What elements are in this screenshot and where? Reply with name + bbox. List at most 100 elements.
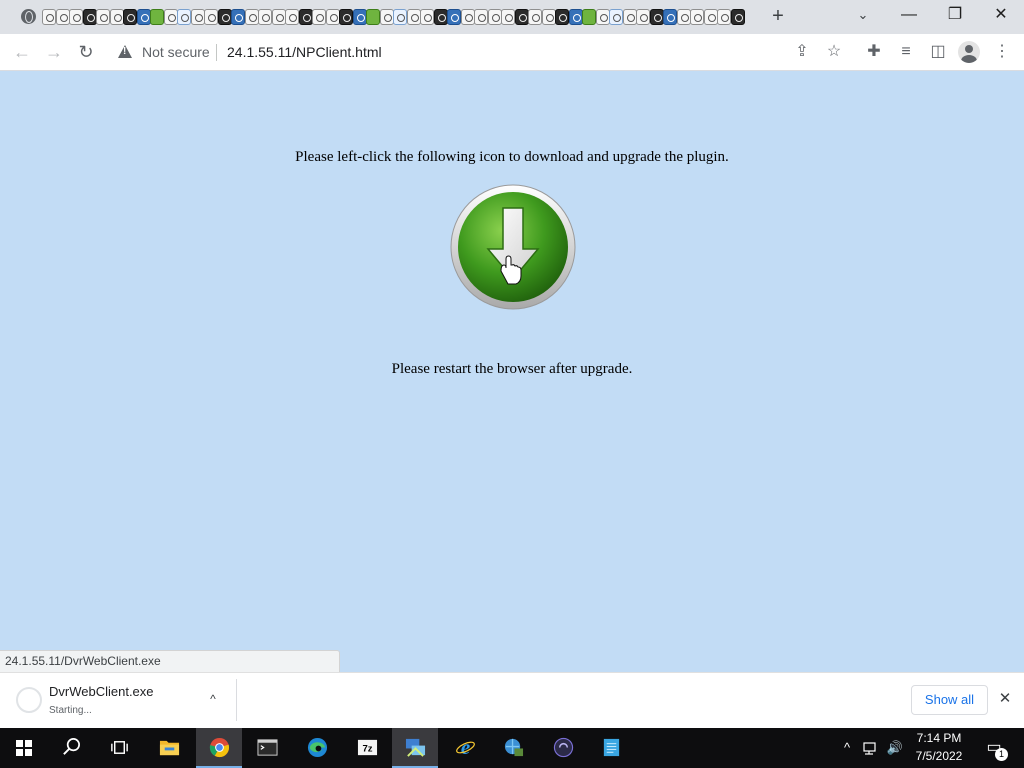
profile-avatar-icon[interactable] (958, 41, 980, 63)
pinned-tab-favicon-icon[interactable] (731, 9, 745, 25)
pinned-tab-favicon-icon[interactable] (326, 9, 340, 25)
taskbar-obs[interactable] (540, 728, 586, 768)
clock-time[interactable]: 7:14 PM (910, 731, 968, 745)
pinned-tab-favicon-icon[interactable] (528, 9, 542, 25)
new-tab-button[interactable]: + (768, 5, 788, 27)
pinned-tab-favicon-icon[interactable] (420, 9, 434, 25)
clock-date[interactable]: 7/5/2022 (910, 749, 968, 763)
pinned-tab-favicon-icon[interactable] (177, 9, 191, 25)
minimize-button[interactable]: — (886, 0, 932, 30)
pinned-tab-favicon-icon[interactable] (191, 9, 205, 25)
start-button[interactable] (0, 728, 46, 768)
pinned-tab-favicon-icon[interactable] (609, 9, 623, 25)
tray-overflow-chevron-icon[interactable]: ^ (838, 739, 856, 757)
pinned-tab-favicon-icon[interactable] (650, 9, 664, 25)
download-options-chevron-icon[interactable]: ^ (203, 689, 223, 709)
pinned-tab-favicon-icon[interactable] (515, 9, 529, 25)
pinned-tab-favicon-icon[interactable] (231, 9, 245, 25)
taskbar-edge[interactable] (294, 728, 340, 768)
pinned-tab-favicon-icon[interactable] (569, 9, 583, 25)
network-tool-icon (405, 738, 426, 757)
close-shelf-button[interactable]: ✕ (995, 689, 1015, 709)
pinned-tab-favicon-icon[interactable] (461, 9, 475, 25)
pinned-tab-favicon-icon[interactable] (596, 9, 610, 25)
taskbar-settings-app[interactable] (490, 728, 536, 768)
pinned-tab-favicon-icon[interactable] (353, 9, 367, 25)
pinned-tab-favicon-icon[interactable] (245, 9, 259, 25)
pinned-tab-favicon-icon[interactable] (164, 9, 178, 25)
pinned-tab-favicon-icon[interactable] (150, 9, 164, 25)
pinned-tab-favicon-icon[interactable] (380, 9, 394, 25)
close-window-button[interactable]: ✕ (978, 0, 1024, 30)
task-view-button[interactable] (96, 728, 142, 768)
pinned-tab-favicon-icon[interactable] (42, 9, 56, 25)
pinned-tab-favicon-icon[interactable] (69, 9, 83, 25)
side-panel-icon[interactable]: ◫ (926, 40, 950, 64)
url-text[interactable]: 24.1.55.11/NPClient.html (227, 44, 382, 60)
svg-text:7z: 7z (362, 743, 372, 754)
taskbar-internet-explorer[interactable]: e (442, 728, 488, 768)
pinned-tab-favicon-icon[interactable] (299, 9, 313, 25)
download-filename[interactable]: DvrWebClient.exe (49, 684, 154, 699)
pinned-tab-favicon-icon[interactable] (677, 9, 691, 25)
pinned-tab-favicon-icon[interactable] (582, 9, 596, 25)
pinned-tab-favicon-icon[interactable] (110, 9, 124, 25)
pinned-tab-favicon-icon[interactable] (123, 9, 137, 25)
chrome-menu-icon[interactable]: ⋮ (990, 40, 1014, 64)
back-button[interactable]: ← (10, 40, 34, 64)
share-icon[interactable]: ⇪ (791, 41, 813, 63)
pinned-tab-favicon-icon[interactable] (501, 9, 515, 25)
active-tab-globe-icon[interactable] (21, 9, 36, 24)
volume-icon[interactable]: 🔊 (886, 739, 904, 757)
pinned-tab-favicon-icon[interactable] (137, 9, 151, 25)
taskbar-search-button[interactable] (48, 728, 94, 768)
restore-button[interactable]: ❐ (932, 0, 978, 30)
internet-explorer-icon: e (456, 737, 475, 758)
pinned-tab-favicon-icon[interactable] (393, 9, 407, 25)
taskbar-chrome[interactable] (196, 728, 242, 768)
pinned-tab-favicon-icon[interactable] (218, 9, 232, 25)
pinned-tab-favicon-icon[interactable] (542, 9, 556, 25)
taskbar-file-explorer[interactable] (146, 728, 192, 768)
pinned-tab-favicon-icon[interactable] (83, 9, 97, 25)
taskbar-network-tool[interactable] (392, 728, 438, 768)
pinned-tab-favicon-icon[interactable] (447, 9, 461, 25)
pinned-tab-favicon-icon[interactable] (56, 9, 70, 25)
edge-icon (307, 737, 328, 758)
show-all-button[interactable]: Show all (911, 685, 988, 715)
pinned-tab-favicon-icon[interactable] (488, 9, 502, 25)
pinned-tab-favicon-icon[interactable] (285, 9, 299, 25)
page-content: Please left-click the following icon to … (0, 72, 1024, 672)
taskbar-7zip[interactable]: 7z (344, 728, 390, 768)
reload-button[interactable]: ↻ (74, 40, 98, 64)
pinned-tab-favicon-icon[interactable] (474, 9, 488, 25)
taskbar-notepad[interactable] (588, 728, 634, 768)
tab-search-button[interactable]: ⌄ (855, 4, 871, 26)
pinned-tab-favicon-icon[interactable] (663, 9, 677, 25)
bookmark-star-icon[interactable]: ☆ (823, 41, 845, 63)
media-queue-icon[interactable]: ≡ (894, 40, 918, 64)
pinned-tab-favicon-icon[interactable] (96, 9, 110, 25)
security-label[interactable]: Not secure (142, 44, 210, 60)
pinned-tab-favicon-icon[interactable] (636, 9, 650, 25)
pinned-tab-favicon-icon[interactable] (555, 9, 569, 25)
pinned-tab-favicon-icon[interactable] (272, 9, 286, 25)
forward-button[interactable]: → (42, 40, 66, 64)
extensions-puzzle-icon[interactable]: ✚ (862, 40, 886, 64)
pinned-tab-favicon-icon[interactable] (258, 9, 272, 25)
pinned-tab-favicon-icon[interactable] (204, 9, 218, 25)
pinned-tab-favicon-icon[interactable] (690, 9, 704, 25)
pinned-tab-favicon-icon[interactable] (704, 9, 718, 25)
pinned-tab-favicon-icon[interactable] (623, 9, 637, 25)
address-bar[interactable]: Not secure 24.1.55.11/NPClient.html ⇪ ☆ (110, 37, 853, 67)
warning-icon[interactable] (118, 45, 132, 58)
pinned-tab-favicon-icon[interactable] (407, 9, 421, 25)
pinned-tab-favicon-icon[interactable] (339, 9, 353, 25)
pinned-tab-favicon-icon[interactable] (366, 9, 380, 25)
pinned-tab-favicon-icon[interactable] (717, 9, 731, 25)
pinned-tab-favicon-icon[interactable] (434, 9, 448, 25)
download-plugin-icon[interactable] (449, 183, 577, 311)
network-icon[interactable] (862, 739, 880, 757)
pinned-tab-favicon-icon[interactable] (312, 9, 326, 25)
taskbar-terminal[interactable] (244, 728, 290, 768)
